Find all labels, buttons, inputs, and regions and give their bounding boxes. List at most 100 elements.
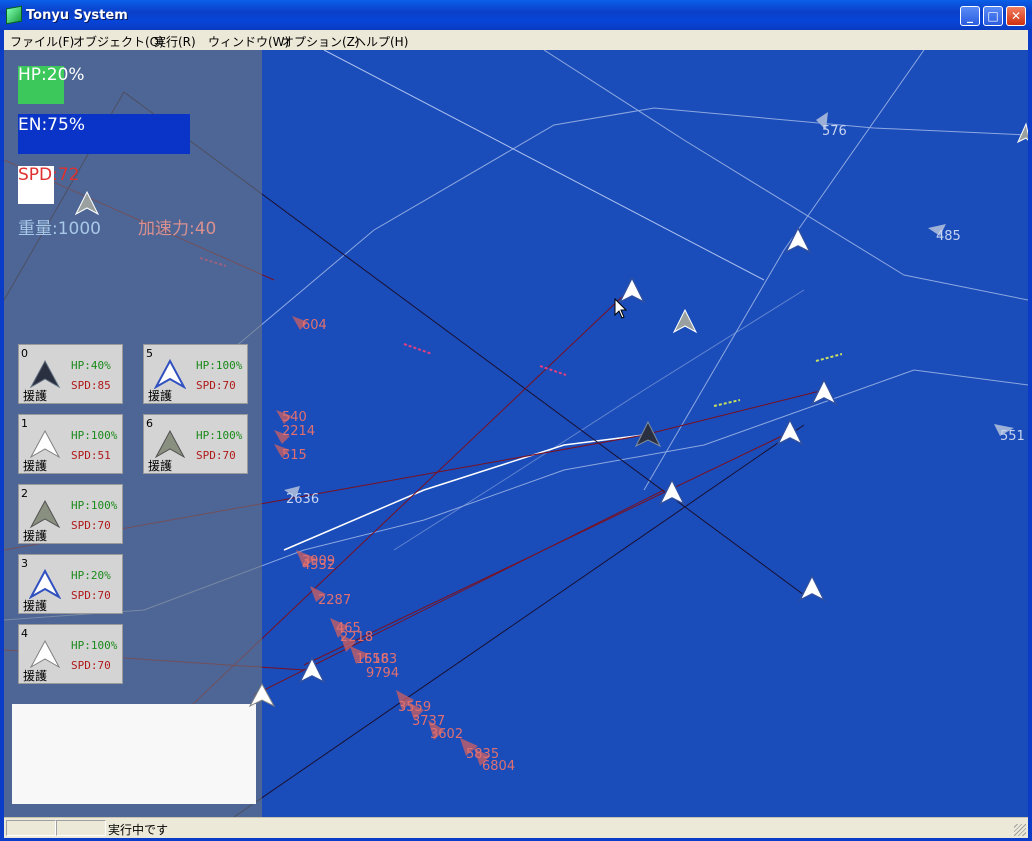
unit-card-2[interactable]: 2 HP:100% SPD:70 援護 (18, 484, 123, 544)
unit-hp: HP:100% (71, 639, 118, 652)
unit-card-6[interactable]: 6 HP:100% SPD:70 援護 (143, 414, 248, 474)
trail-line (183, 107, 1028, 391)
unit-role: 援護 (23, 529, 48, 543)
debris-id-label: 2287 (318, 593, 352, 608)
ally-fighter-icon (784, 226, 812, 254)
trail-line (543, 50, 1028, 301)
debris-id-label: 9794 (366, 666, 400, 681)
debris-id-label: 6804 (482, 759, 516, 774)
gray-fighter-icon (29, 499, 61, 529)
unit-spd: SPD:70 (71, 659, 111, 672)
menu-bar: ファイル(F) オブジェクト(O) 実行(R) ウィンドウ(W) オプション(Z… (4, 30, 1028, 50)
unit-number: 2 (21, 487, 28, 500)
unit-spd: SPD:51 (71, 449, 111, 462)
unit-spd: SPD:70 (196, 449, 236, 462)
unit-number: 3 (21, 557, 28, 570)
status-bar: 実行中です (4, 817, 1028, 838)
unit-spd: SPD:70 (71, 589, 111, 602)
gray-fighter-icon (154, 429, 186, 459)
debris-id-label: 540 (282, 410, 307, 425)
unit-role: 援護 (148, 389, 173, 403)
minimize-icon: _ (967, 9, 973, 23)
hud-panel: HP:20% EN:75% SPD:72 重量:1000 加速力:40 0 HP… (4, 50, 262, 817)
spd-label: SPD:72 (18, 165, 80, 185)
close-icon: ✕ (1010, 9, 1022, 23)
ally-fighter-icon (298, 656, 326, 684)
status-text: 実行中です (108, 823, 169, 837)
status-pane (56, 820, 106, 836)
unit-role: 援護 (23, 599, 48, 613)
enemy-id-label: 2636 (286, 492, 320, 507)
unit-hp: HP:100% (71, 429, 118, 442)
gray-fighter-icon (74, 190, 100, 216)
enemy-id-label: 576 (822, 124, 847, 139)
message-box (12, 704, 256, 804)
unit-card-1[interactable]: 1 HP:100% SPD:51 援護 (18, 414, 123, 474)
menu-window[interactable]: ウィンドウ(W) (208, 33, 289, 50)
unit-role: 援護 (23, 389, 48, 403)
mouse-cursor-icon (614, 298, 628, 319)
menu-help[interactable]: ヘルプ(H) (354, 33, 408, 50)
unit-role: 援護 (23, 669, 48, 683)
unit-hp: HP:100% (196, 359, 243, 372)
menu-object[interactable]: オブジェクト(O) (73, 33, 164, 50)
unit-role: 援護 (148, 459, 173, 473)
enemy-id-label: 551 (1000, 429, 1025, 444)
status-pane (6, 820, 56, 836)
debris-id-label: 604 (302, 318, 327, 333)
menu-option[interactable]: オプション(Z) (282, 33, 360, 50)
player-fighter-icon (634, 420, 662, 448)
unit-hp: HP:100% (71, 499, 118, 512)
debris-id-label: 3559 (398, 700, 432, 715)
trail-line (323, 50, 765, 281)
debris-id-label: 6583 (364, 652, 398, 667)
gray-fighter-icon (672, 308, 698, 334)
debris-id-label: 2218 (340, 630, 374, 645)
unit-card-0[interactable]: 0 HP:40% SPD:85 援護 (18, 344, 123, 404)
unit-number: 5 (146, 347, 153, 360)
ally-fighter-icon (810, 378, 838, 406)
unit-number: 0 (21, 347, 28, 360)
unit-hp: HP:40% (71, 359, 111, 372)
unit-card-4[interactable]: 4 HP:100% SPD:70 援護 (18, 624, 123, 684)
close-button[interactable]: ✕ (1006, 6, 1026, 26)
window-title: Tonyu System (26, 8, 128, 23)
game-canvas[interactable]: 576 485 551 604 540 2214 515 2636 3909 4… (4, 50, 1028, 817)
menu-run[interactable]: 実行(R) (154, 33, 196, 50)
gray-fighter-icon (1016, 122, 1028, 144)
app-icon (6, 5, 22, 25)
dark-fighter-icon (29, 359, 61, 389)
resize-grip[interactable] (1014, 824, 1026, 836)
trail-line (393, 289, 805, 551)
debris-id-label: 2214 (282, 424, 316, 439)
unit-card-3[interactable]: 3 HP:20% SPD:70 援護 (18, 554, 123, 614)
unit-hp: HP:20% (71, 569, 111, 582)
unit-number: 1 (21, 417, 28, 430)
ally-fighter-icon (248, 682, 276, 708)
debris-id-label: 515 (282, 448, 307, 463)
maximize-button[interactable]: □ (983, 6, 1003, 26)
minimize-button[interactable]: _ (960, 6, 980, 26)
unit-spd: SPD:70 (71, 519, 111, 532)
bullet (815, 353, 843, 362)
menu-file[interactable]: ファイル(F) (10, 33, 74, 50)
unit-card-5[interactable]: 5 HP:100% SPD:70 援護 (143, 344, 248, 404)
white-trail (283, 434, 645, 551)
white-fighter-icon (29, 429, 61, 459)
debris-id-label: 3602 (430, 727, 464, 742)
hp-label: HP:20% (18, 65, 85, 85)
unit-spd: SPD:70 (196, 379, 236, 392)
white-fighter-icon (29, 639, 61, 669)
bullet (713, 399, 741, 407)
en-label: EN:75% (18, 115, 85, 135)
weight-label: 重量:1000 (18, 219, 101, 239)
target-line (233, 424, 805, 817)
debris-id-label: 4532 (302, 558, 336, 573)
ally-fighter-icon (658, 478, 686, 506)
window-frame-right (1028, 30, 1032, 841)
title-bar: Tonyu System _ □ ✕ (0, 0, 1032, 30)
blue-fighter-icon (29, 569, 61, 599)
bullet (403, 343, 433, 355)
unit-number: 6 (146, 417, 153, 430)
unit-spd: SPD:85 (71, 379, 111, 392)
